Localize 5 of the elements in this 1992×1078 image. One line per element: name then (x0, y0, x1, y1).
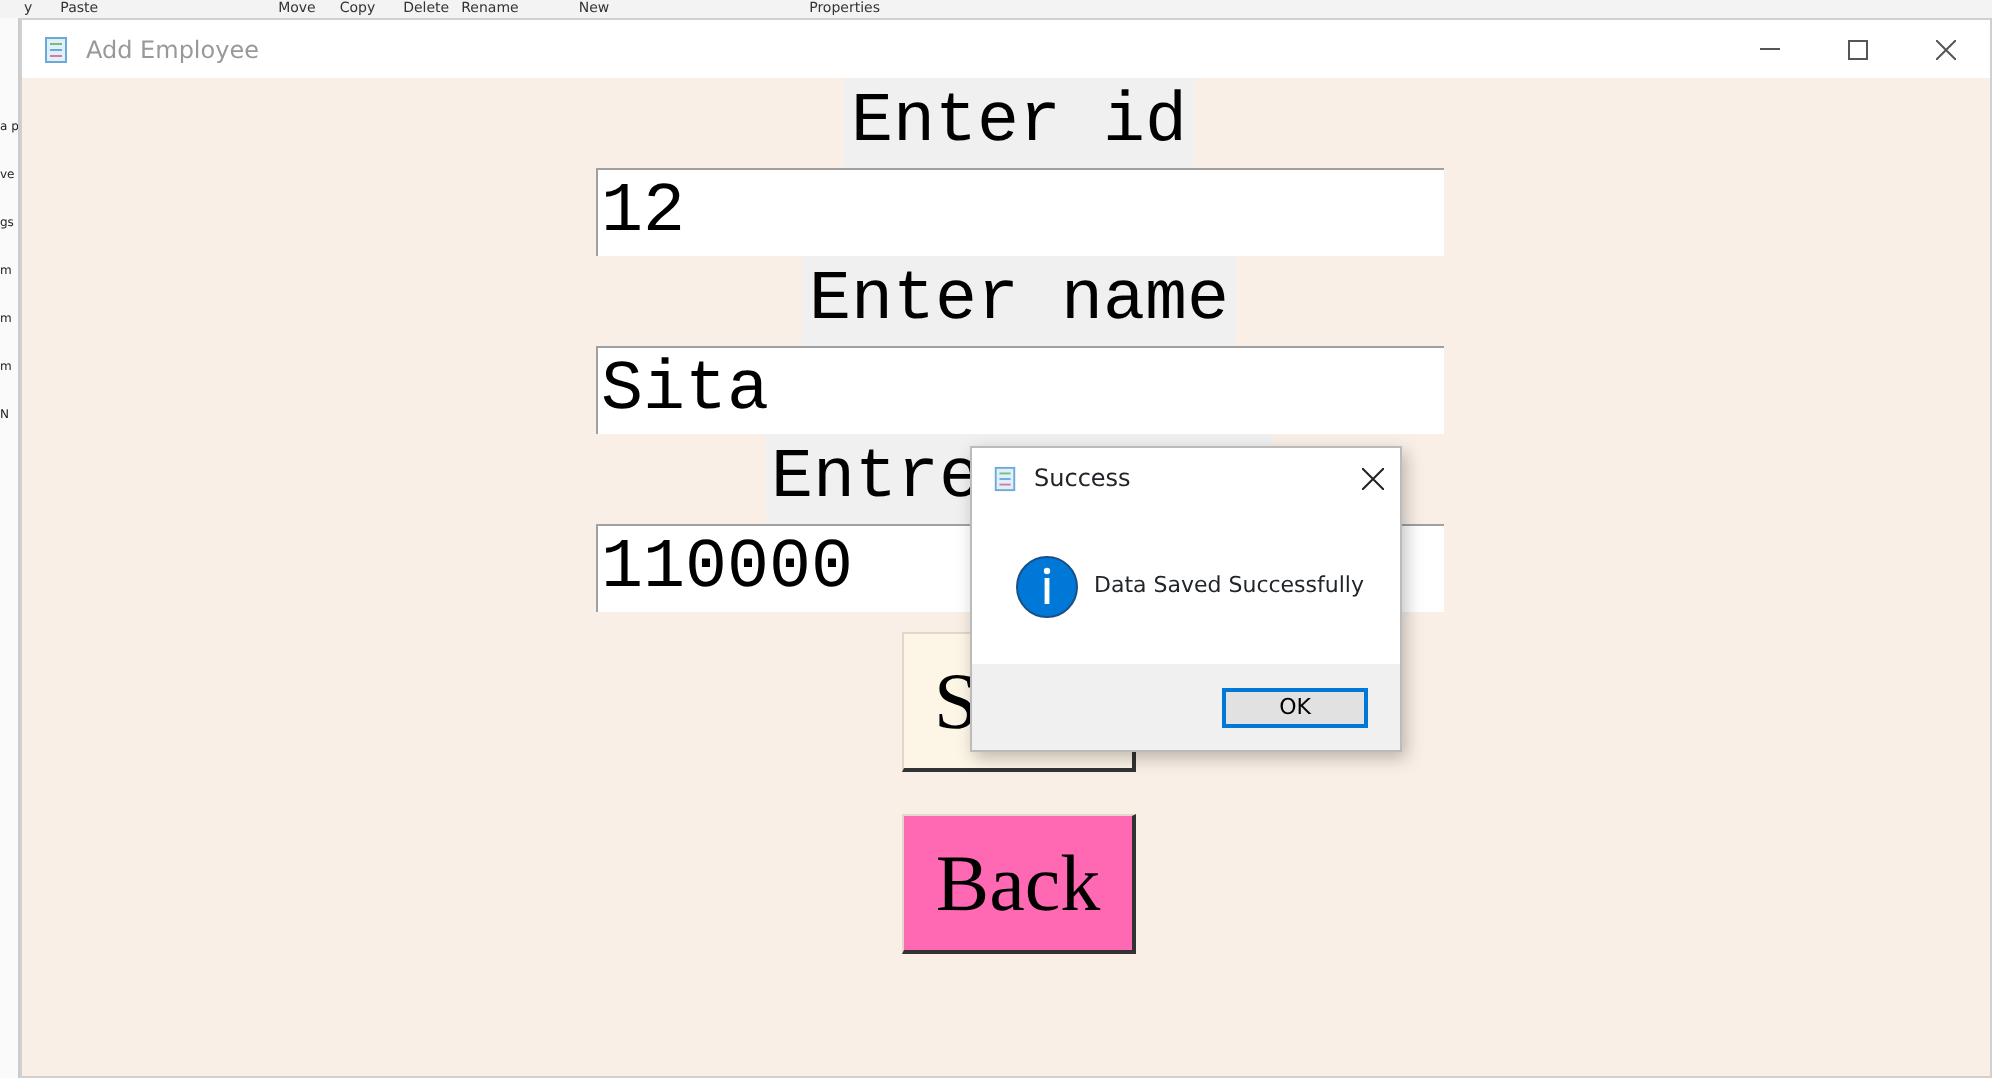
field-label: Enter name (802, 256, 1236, 346)
window-title: Add Employee (86, 33, 259, 67)
dialog-message: Data Saved Successfully (1094, 569, 1364, 602)
dialog-title: Success (1034, 462, 1131, 496)
field-label: Enter id (844, 78, 1194, 168)
